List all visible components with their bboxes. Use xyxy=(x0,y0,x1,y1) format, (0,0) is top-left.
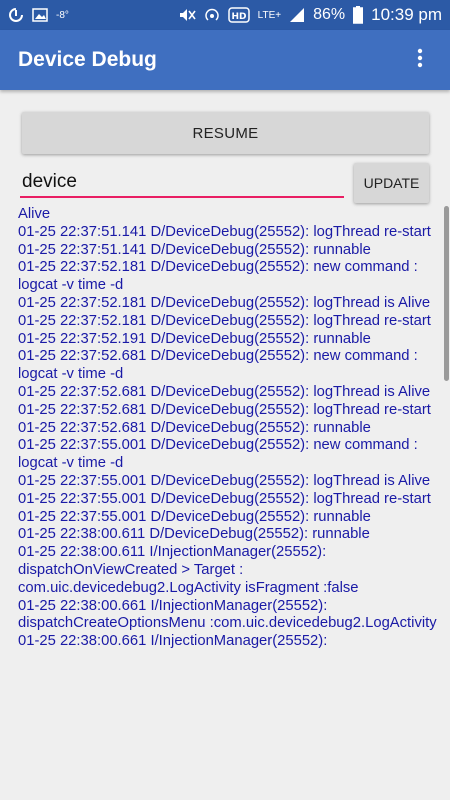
log-line: 01-25 22:37:55.001 D/DeviceDebug(25552):… xyxy=(18,508,371,525)
sync-icon xyxy=(8,7,24,23)
log-line: 01-25 22:37:52.181 D/DeviceDebug(25552):… xyxy=(18,294,431,311)
overflow-menu-button[interactable] xyxy=(408,40,432,80)
clock: 10:39 pm xyxy=(371,5,442,24)
log-line: 01-25 22:37:52.681 D/DeviceDebug(25552):… xyxy=(18,383,431,400)
log-line: 01-25 22:37:55.001 D/DeviceDebug(25552):… xyxy=(18,490,431,507)
log-line: 01-25 22:38:00.611 D/DeviceDebug(25552):… xyxy=(18,526,370,543)
status-bar: -8° HD LTE+ 86% 10:39 pm xyxy=(0,0,450,30)
signal-icon xyxy=(289,7,305,23)
log-line: Alive xyxy=(18,206,51,222)
temperature-text: -8° xyxy=(56,9,69,21)
battery-percent: 86% xyxy=(313,6,346,23)
log-line: 01-25 22:37:51.141 D/DeviceDebug(25552):… xyxy=(18,241,371,258)
gallery-icon xyxy=(32,8,48,22)
mute-icon xyxy=(178,7,196,23)
log-line: 01-25 22:38:00.611 I/InjectionManager(25… xyxy=(18,544,359,596)
update-button[interactable]: UPDATE xyxy=(354,163,429,203)
log-line: 01-25 22:37:55.001 D/DeviceDebug(25552):… xyxy=(18,472,431,489)
log-line: 01-25 22:37:52.681 D/DeviceDebug(25552):… xyxy=(18,419,371,436)
log-line: 01-25 22:37:52.181 D/DeviceDebug(25552):… xyxy=(18,312,431,329)
log-line: 01-25 22:37:52.681 D/DeviceDebug(25552):… xyxy=(18,348,422,383)
more-vert-icon xyxy=(417,48,423,73)
app-bar: Device Debug xyxy=(0,30,450,90)
page-title: Device Debug xyxy=(18,48,157,71)
log-line: 01-25 22:38:00.661 I/InjectionManager(25… xyxy=(18,633,328,650)
filter-input[interactable] xyxy=(20,168,344,198)
log-output[interactable]: Alive 01-25 22:37:51.141 D/DeviceDebug(25… xyxy=(18,206,438,784)
log-line: 01-25 22:37:51.141 D/DeviceDebug(25552):… xyxy=(18,223,431,240)
log-line: 01-25 22:37:52.681 D/DeviceDebug(25552):… xyxy=(18,401,431,418)
log-line: 01-25 22:38:00.661 I/InjectionManager(25… xyxy=(18,597,437,632)
battery-icon xyxy=(353,6,364,24)
scrollbar[interactable] xyxy=(444,206,449,381)
resume-button[interactable]: RESUME xyxy=(22,112,429,154)
log-line: 01-25 22:37:52.191 D/DeviceDebug(25552):… xyxy=(18,330,371,347)
hotspot-icon xyxy=(204,7,220,23)
hd-icon: HD xyxy=(227,7,250,23)
svg-text:HD: HD xyxy=(231,12,246,22)
network-type: LTE+ xyxy=(257,9,282,21)
log-line: 01-25 22:37:55.001 D/DeviceDebug(25552):… xyxy=(18,437,422,472)
log-line: 01-25 22:37:52.181 D/DeviceDebug(25552):… xyxy=(18,259,422,294)
